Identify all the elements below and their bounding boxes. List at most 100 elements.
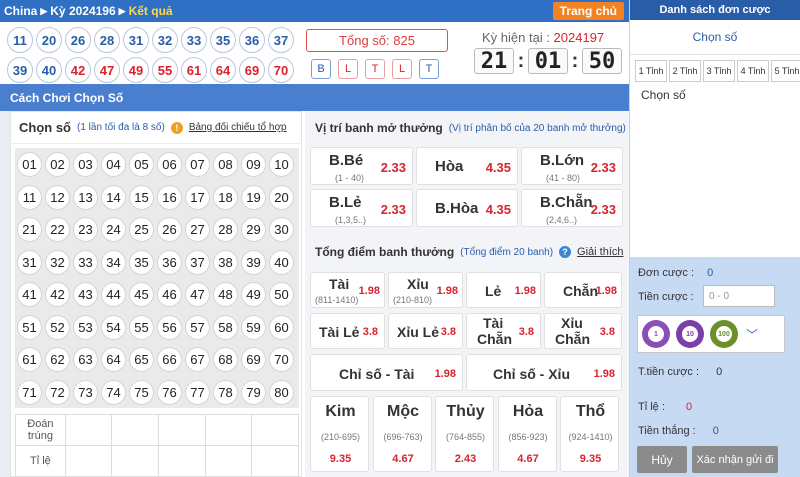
sum-option[interactable]: Tài Lẻ 3.8 bbox=[310, 313, 385, 349]
number-ball[interactable]: 69 bbox=[241, 347, 266, 372]
number-ball[interactable]: 46 bbox=[157, 282, 182, 307]
position-option[interactable]: (41 - 80) B.Lớn 2.33 bbox=[521, 147, 623, 185]
number-ball[interactable]: 52 bbox=[45, 314, 70, 340]
number-ball[interactable]: 22 bbox=[45, 217, 70, 242]
number-ball[interactable]: 25 bbox=[129, 217, 154, 242]
number-ball[interactable]: 43 bbox=[73, 282, 98, 307]
sum-option[interactable]: Lẻ 1.98 bbox=[466, 272, 541, 308]
number-ball[interactable]: 53 bbox=[73, 314, 98, 340]
sum-option[interactable]: Xỉu Chẵn 3.8 bbox=[544, 313, 622, 349]
number-ball[interactable]: 61 bbox=[17, 347, 42, 372]
chip-1-icon[interactable]: 1 bbox=[642, 320, 670, 348]
number-ball[interactable]: 51 bbox=[17, 314, 42, 340]
number-ball[interactable]: 67 bbox=[185, 347, 210, 372]
number-ball[interactable]: 04 bbox=[101, 152, 126, 177]
number-ball[interactable]: 56 bbox=[157, 314, 182, 340]
cancel-button[interactable]: Hủy bbox=[637, 446, 687, 473]
result-link[interactable]: Kết quả bbox=[129, 4, 173, 18]
chip-10-icon[interactable]: 10 bbox=[676, 320, 704, 348]
number-ball[interactable]: 28 bbox=[213, 217, 238, 242]
number-ball[interactable]: 38 bbox=[213, 249, 238, 275]
number-ball[interactable]: 57 bbox=[185, 314, 210, 340]
sum-option[interactable]: Xỉu Lẻ 3.8 bbox=[388, 313, 463, 349]
number-ball[interactable]: 47 bbox=[185, 282, 210, 307]
chip-100-icon[interactable]: 100 bbox=[710, 320, 738, 348]
sum-option[interactable]: Chỉ số - Xỉu 1.98 bbox=[466, 354, 622, 391]
confirm-button[interactable]: Xác nhận gửi đi bbox=[692, 446, 778, 473]
number-ball[interactable]: 27 bbox=[185, 217, 210, 242]
number-ball[interactable]: 40 bbox=[269, 249, 294, 275]
number-ball[interactable]: 39 bbox=[241, 249, 266, 275]
number-ball[interactable]: 75 bbox=[129, 379, 154, 405]
number-ball[interactable]: 73 bbox=[73, 379, 98, 405]
element-option[interactable]: Thổ (924-1410) 9.35 bbox=[560, 396, 619, 472]
number-ball[interactable]: 76 bbox=[157, 379, 182, 405]
position-option[interactable]: (1 - 40) B.Bé 2.33 bbox=[310, 147, 413, 185]
position-option[interactable]: Hòa 4.35 bbox=[416, 147, 518, 185]
number-ball[interactable]: 03 bbox=[73, 152, 98, 177]
sum-option[interactable]: (811-1410) Tài 1.98 bbox=[310, 272, 385, 308]
region-label[interactable]: China bbox=[4, 4, 37, 18]
element-option[interactable]: Mộc (696-763) 4.67 bbox=[372, 396, 432, 472]
number-ball[interactable]: 70 bbox=[269, 347, 294, 372]
number-ball[interactable]: 20 bbox=[269, 184, 294, 210]
number-ball[interactable]: 21 bbox=[17, 217, 42, 242]
number-ball[interactable]: 29 bbox=[241, 217, 266, 242]
number-ball[interactable]: 30 bbox=[269, 217, 294, 242]
slip-pick-tab[interactable]: Chọn số bbox=[630, 20, 800, 55]
number-ball[interactable]: 19 bbox=[241, 184, 266, 210]
number-ball[interactable]: 05 bbox=[129, 152, 154, 177]
element-option[interactable]: Hỏa (856-923) 4.67 bbox=[497, 396, 557, 472]
number-ball[interactable]: 07 bbox=[185, 152, 210, 177]
sum-option[interactable]: Chẵn 1.98 bbox=[544, 272, 622, 308]
number-ball[interactable]: 42 bbox=[45, 282, 70, 307]
number-ball[interactable]: 59 bbox=[241, 314, 266, 340]
element-option[interactable]: Kim (210-695) 9.35 bbox=[310, 396, 369, 472]
number-ball[interactable]: 35 bbox=[129, 249, 154, 275]
combo-table-link[interactable]: Bảng đối chiếu tổ hợp bbox=[189, 122, 287, 133]
number-ball[interactable]: 14 bbox=[101, 184, 126, 210]
number-ball[interactable]: 16 bbox=[157, 184, 182, 210]
number-ball[interactable]: 50 bbox=[269, 282, 294, 307]
number-ball[interactable]: 54 bbox=[101, 314, 126, 340]
province-tab[interactable]: 2 Tỉnh bbox=[669, 60, 701, 82]
number-ball[interactable]: 26 bbox=[157, 217, 182, 242]
explain-link[interactable]: Giải thích bbox=[577, 246, 623, 258]
number-ball[interactable]: 77 bbox=[185, 379, 210, 405]
number-ball[interactable]: 80 bbox=[269, 379, 294, 405]
number-ball[interactable]: 31 bbox=[17, 249, 42, 275]
number-ball[interactable]: 44 bbox=[101, 282, 126, 307]
number-ball[interactable]: 17 bbox=[185, 184, 210, 210]
number-ball[interactable]: 41 bbox=[17, 282, 42, 307]
number-ball[interactable]: 62 bbox=[45, 347, 70, 372]
number-ball[interactable]: 02 bbox=[45, 152, 70, 177]
number-ball[interactable]: 63 bbox=[73, 347, 98, 372]
number-ball[interactable]: 79 bbox=[241, 379, 266, 405]
number-ball[interactable]: 12 bbox=[45, 184, 70, 210]
number-ball[interactable]: 48 bbox=[213, 282, 238, 307]
number-ball[interactable]: 37 bbox=[185, 249, 210, 275]
number-ball[interactable]: 74 bbox=[101, 379, 126, 405]
number-ball[interactable]: 08 bbox=[213, 152, 238, 177]
number-ball[interactable]: 34 bbox=[101, 249, 126, 275]
number-ball[interactable]: 15 bbox=[129, 184, 154, 210]
number-ball[interactable]: 13 bbox=[73, 184, 98, 210]
number-ball[interactable]: 36 bbox=[157, 249, 182, 275]
position-option[interactable]: (2,4,6..) B.Chẵn 2.33 bbox=[521, 189, 623, 227]
number-ball[interactable]: 64 bbox=[101, 347, 126, 372]
home-button[interactable]: Trang chủ bbox=[552, 2, 624, 20]
number-ball[interactable]: 78 bbox=[213, 379, 238, 405]
number-ball[interactable]: 71 bbox=[17, 379, 42, 405]
number-ball[interactable]: 33 bbox=[73, 249, 98, 275]
number-ball[interactable]: 66 bbox=[157, 347, 182, 372]
province-tab[interactable]: 4 Tỉnh bbox=[737, 60, 769, 82]
position-option[interactable]: (1,3,5..) B.Lẻ 2.33 bbox=[310, 189, 413, 227]
number-ball[interactable]: 65 bbox=[129, 347, 154, 372]
sum-option[interactable]: (210-810) Xỉu 1.98 bbox=[388, 272, 463, 308]
number-ball[interactable]: 60 bbox=[269, 314, 294, 340]
number-ball[interactable]: 09 bbox=[241, 152, 266, 177]
element-option[interactable]: Thủy (764-855) 2.43 bbox=[435, 396, 494, 472]
sum-option[interactable]: Chỉ số - Tài 1.98 bbox=[310, 354, 463, 391]
number-ball[interactable]: 55 bbox=[129, 314, 154, 340]
province-tab[interactable]: 5 Tỉnh bbox=[771, 60, 800, 82]
